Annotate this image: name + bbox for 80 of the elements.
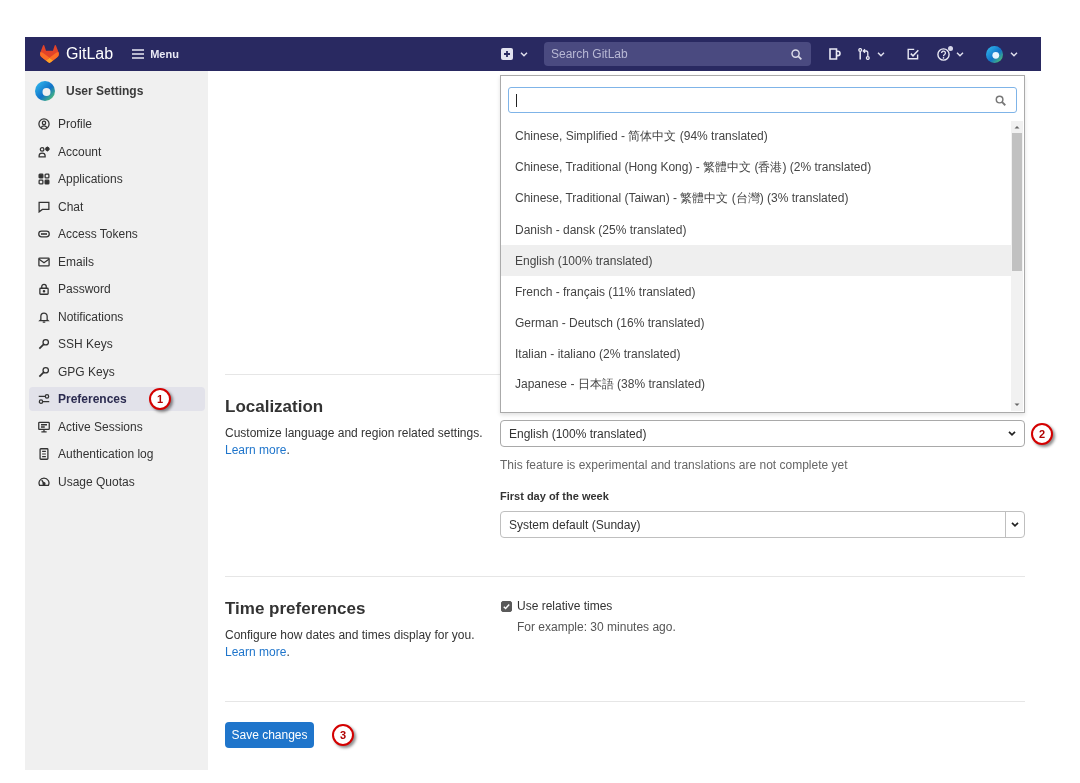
dropdown-option[interactable]: German - Deutsch (16% translated) (501, 307, 1011, 338)
chat-bubble-icon (38, 200, 50, 213)
step-number-callout: 2 (1031, 423, 1053, 445)
dropdown-option[interactable]: Japanese - 日本語 (38% translated) (501, 369, 1011, 400)
lock-icon (38, 283, 50, 295)
section-description: Configure how dates and times display for you. Learn more. (225, 627, 476, 661)
section-description: Customize language and region related settings. Learn more. (225, 425, 484, 459)
language-select[interactable]: English (100% translated) (500, 420, 1025, 447)
user-avatar (35, 81, 55, 101)
hamburger-menu-icon (132, 49, 145, 59)
search-icon (995, 94, 1006, 106)
user-menu-button[interactable] (986, 45, 1018, 63)
bell-icon (38, 310, 50, 323)
token-pill-icon (38, 228, 50, 240)
section-heading: Localization (225, 396, 325, 418)
key-icon (38, 365, 50, 378)
sidebar-item[interactable]: Preferences 1 (29, 387, 205, 411)
user-gear-icon (38, 145, 50, 158)
save-changes-button[interactable]: Save changes (225, 722, 314, 748)
sidebar-item[interactable]: Account (29, 139, 205, 164)
dropdown-option[interactable]: Chinese, Traditional (Taiwan) - 繁體中文 (台灣) (3% translated) (501, 183, 1011, 214)
monitor-icon (38, 420, 50, 433)
sidebar-item[interactable]: Applications (29, 167, 205, 191)
first-day-select[interactable]: System default (Sunday) (500, 511, 1025, 538)
chevron-down-icon (877, 51, 885, 57)
checkbox-label: Use relative times (517, 599, 613, 613)
grid-icon (38, 173, 50, 185)
help-text: This feature is experimental and translations are not complete yet (500, 457, 849, 473)
document-icon (38, 448, 50, 460)
user-avatar (986, 45, 1003, 63)
menu-button[interactable]: Menu (132, 48, 179, 60)
gauge-icon (38, 475, 50, 488)
step-number-callout: 3 (332, 724, 354, 746)
dropdown-option[interactable]: Danish - dansk (25% translated) (501, 214, 1011, 245)
dropdown-option[interactable]: French - français (11% translated) (501, 276, 1011, 307)
chevron-down-icon (1008, 431, 1016, 436)
sidebar-item[interactable]: Password (29, 277, 205, 301)
chevron-down-icon (956, 51, 964, 57)
sidebar-item[interactable]: GPG Keys (29, 359, 205, 384)
sidebar-item[interactable]: Chat (29, 194, 205, 219)
logo-icon[interactable] (40, 45, 59, 63)
sidebar-item[interactable]: Access Tokens (29, 222, 205, 246)
chevron-down-icon (1011, 522, 1019, 527)
brand-name[interactable]: GitLab (66, 45, 114, 63)
envelope-icon (38, 255, 50, 268)
search-field[interactable]: Search GitLab (544, 42, 811, 66)
sidebar-item[interactable]: Profile (29, 112, 205, 136)
sidebar-item[interactable]: Notifications (29, 304, 205, 329)
user-circle-icon (38, 118, 50, 130)
step-number-callout: 1 (149, 388, 171, 410)
sidebar-item[interactable]: Authentication log (29, 442, 205, 466)
key-icon (38, 338, 50, 350)
todo-check-icon[interactable] (907, 48, 919, 60)
notification-dot-icon (948, 45, 953, 51)
help-icon (937, 47, 950, 61)
hint-text: For example: 30 minutes ago. (517, 619, 677, 635)
sidebar-item[interactable]: Emails (29, 249, 205, 274)
mug-icon[interactable] (829, 48, 841, 60)
create-new-button[interactable] (501, 48, 528, 60)
search-icon (791, 49, 802, 60)
scrollbar-thumb[interactable] (1012, 133, 1022, 271)
plus-square-icon (501, 48, 513, 60)
chevron-down-icon (520, 51, 528, 57)
section-heading: Time preferences (225, 598, 367, 620)
dropdown-option[interactable]: English (100% translated) (501, 245, 1011, 276)
sidebar-title: User Settings (66, 84, 144, 98)
sidebar-item[interactable]: Usage Quotas (29, 469, 205, 494)
sliders-icon (38, 393, 50, 405)
merge-requests-button[interactable] (858, 48, 885, 60)
chevron-down-icon (1010, 51, 1018, 57)
sidebar-item[interactable]: SSH Keys (29, 332, 205, 356)
branch-arrows-icon (858, 48, 870, 60)
sidebar-item[interactable]: Active Sessions (29, 414, 205, 439)
dropdown-option[interactable]: Chinese, Traditional (Hong Kong) - 繁體中文 (香港) (2% translated) (501, 152, 1011, 183)
dropdown-search-field[interactable] (508, 87, 1017, 113)
help-button[interactable] (937, 47, 964, 61)
dropdown-option[interactable]: Chinese, Simplified - 简体中文 (94% translated) (501, 121, 1011, 152)
dropdown-option[interactable]: Italian - italiano (2% translated) (501, 338, 1011, 369)
checkbox[interactable] (501, 600, 512, 612)
field-label: First day of the week (500, 489, 610, 504)
